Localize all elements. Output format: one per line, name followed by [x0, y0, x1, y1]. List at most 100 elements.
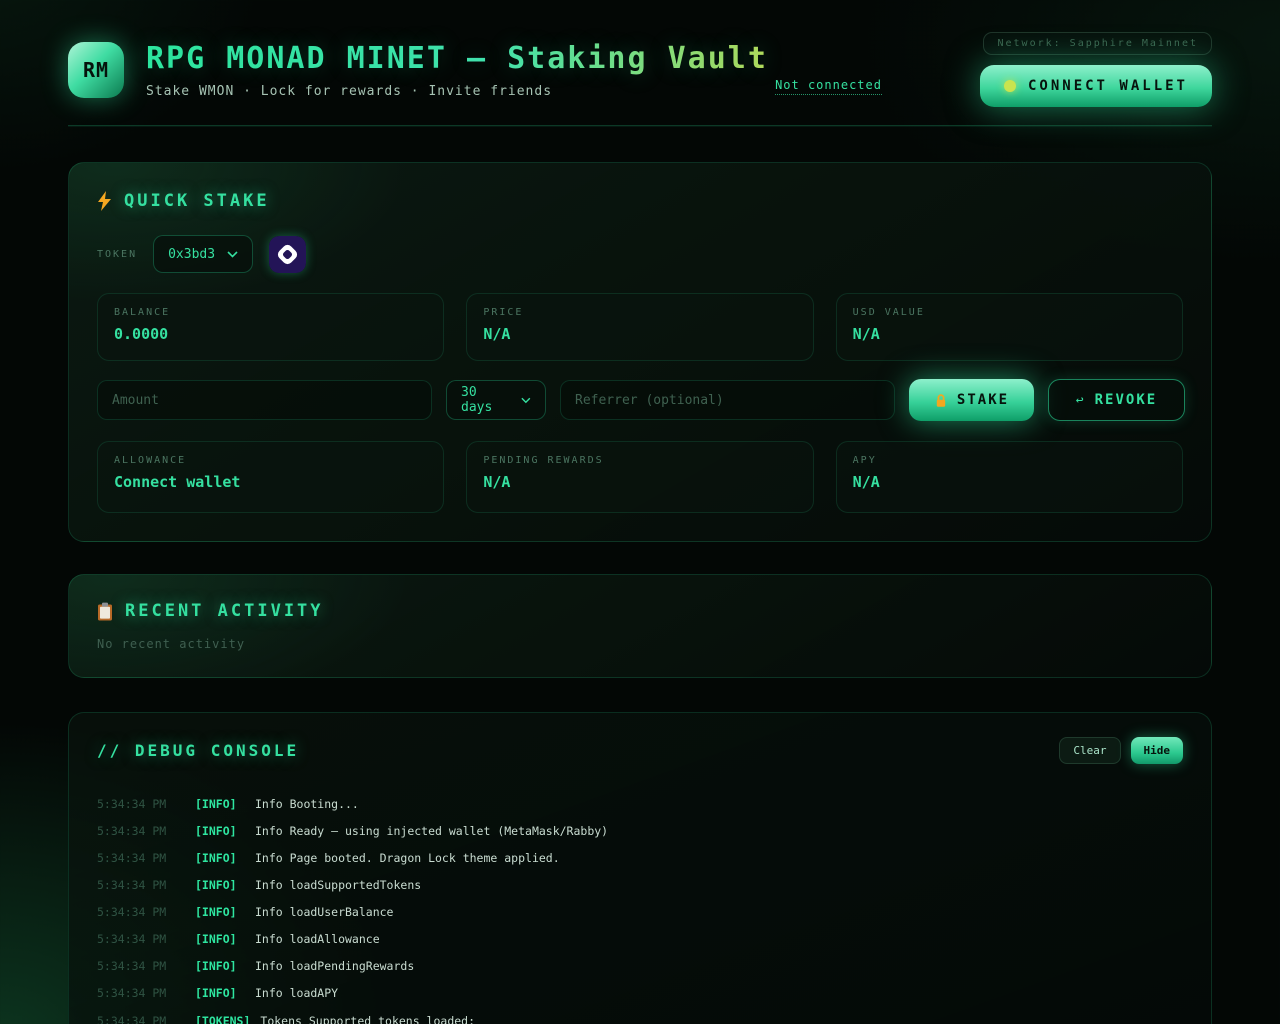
log-level-badge: [INFO]: [195, 797, 237, 811]
log-level-badge: [INFO]: [195, 986, 237, 1001]
balance-value: 0.0000: [114, 325, 169, 343]
pending-rewards-value: N/A: [483, 473, 511, 491]
lock-duration-select[interactable]: 30 days: [446, 380, 546, 420]
app-header: RM RPG MONAD MINET — Staking Vault Stake…: [68, 0, 1212, 126]
allowance-label: ALLOWANCE: [114, 455, 187, 466]
log-timestamp: 5:34:34 PM: [97, 797, 167, 811]
log-timestamp: 5:34:34 PM: [97, 1013, 167, 1024]
balance-label: BALANCE: [114, 307, 171, 318]
log-timestamp: 5:34:34 PM: [97, 959, 167, 974]
revoke-arrow-icon: ↩: [1075, 392, 1086, 408]
log-line: 5:34:34 PM [INFO] Info loadAPY: [97, 987, 1183, 999]
log-line: 5:34:34 PM [INFO] Info loadSupportedToke…: [97, 879, 1183, 891]
usd-value-card: USD VALUE N/A: [835, 293, 1183, 361]
recent-activity-title-row: RECENT ACTIVITY: [97, 601, 1183, 621]
connect-wallet-label: CONNECT WALLET: [1027, 78, 1188, 94]
referrer-input[interactable]: [560, 380, 895, 420]
quick-stake-title: QUICK STAKE: [124, 191, 270, 211]
pending-rewards-card: PENDING REWARDS N/A: [466, 441, 814, 513]
log-area: 5:34:34 PM [INFO] Info Booting... 5:34:3…: [97, 798, 1183, 1024]
log-message: Info loadAPY: [255, 986, 339, 1001]
connection-status[interactable]: Not connected: [775, 78, 882, 95]
log-message-block: Tokens Supported tokens loaded: ["0x3bd3…: [260, 1013, 1140, 1024]
log-timestamp: 5:34:34 PM: [97, 824, 167, 839]
log-level-badge: [INFO]: [195, 851, 237, 866]
log-level-badge: [INFO]: [195, 824, 237, 839]
revoke-button-label: REVOKE: [1094, 392, 1158, 408]
lightning-icon: [98, 191, 111, 211]
log-message: Info loadUserBalance: [255, 905, 394, 920]
log-message: Info loadAllowance: [255, 932, 380, 947]
quick-stake-panel: QUICK STAKE TOKEN 0x3bd3 BALANCE 0.0000: [68, 162, 1212, 542]
log-level-badge: [INFO]: [195, 905, 237, 920]
log-timestamp: 5:34:34 PM: [97, 932, 167, 947]
log-line: 5:34:34 PM [INFO] Info Booting...: [97, 798, 1183, 810]
log-level-badge: [INFO]: [195, 878, 237, 893]
page-container: RM RPG MONAD MINET — Staking Vault Stake…: [68, 0, 1212, 1024]
log-timestamp: 5:34:34 PM: [97, 905, 167, 920]
price-value: N/A: [483, 325, 511, 343]
connect-wallet-button[interactable]: CONNECT WALLET: [979, 65, 1212, 107]
log-message: Tokens Supported tokens loaded:: [260, 1013, 476, 1024]
price-card: PRICE N/A: [466, 293, 814, 361]
debug-console-header: // DEBUG CONSOLE Clear Hide: [97, 737, 1183, 764]
chevron-down-icon: [521, 397, 531, 403]
recent-activity-empty: No recent activity: [97, 637, 246, 651]
token-monad-icon: [269, 235, 307, 273]
stats-bottom-row: ALLOWANCE Connect wallet PENDING REWARDS…: [97, 441, 1183, 513]
clipboard-icon: [98, 602, 112, 620]
stake-button[interactable]: STAKE: [909, 379, 1034, 421]
log-timestamp: 5:34:34 PM: [97, 986, 167, 1001]
token-select-value: 0x3bd3: [168, 246, 216, 262]
revoke-button[interactable]: ↩ REVOKE: [1048, 379, 1185, 421]
chevron-down-icon: [227, 250, 238, 258]
quick-stake-title-row: QUICK STAKE: [97, 191, 1183, 211]
clear-button[interactable]: Clear: [1059, 737, 1121, 764]
lock-icon: [936, 393, 946, 407]
log-line: 5:34:34 PM [INFO] Info loadUserBalance: [97, 906, 1183, 918]
debug-console-actions: Clear Hide: [1059, 737, 1183, 764]
balance-card: BALANCE 0.0000: [97, 293, 445, 361]
log-message: Info Booting...: [255, 797, 359, 811]
hide-button[interactable]: Hide: [1130, 737, 1183, 764]
status-dot-icon: [1003, 80, 1016, 92]
allowance-value: Connect wallet: [114, 473, 241, 491]
token-row: TOKEN 0x3bd3: [97, 235, 1183, 273]
amount-input[interactable]: [97, 380, 432, 420]
stats-top-row: BALANCE 0.0000 PRICE N/A USD VALUE N/A: [97, 293, 1183, 361]
log-message: Info Page booted. Dragon Lock theme appl…: [255, 851, 560, 866]
log-level-badge: [INFO]: [195, 959, 237, 974]
network-badge: Network: Sapphire Mainnet: [983, 32, 1212, 55]
title-block: RPG MONAD MINET — Staking Vault Stake WM…: [146, 41, 775, 99]
pending-rewards-label: PENDING REWARDS: [483, 455, 604, 466]
log-line: 5:34:34 PM [INFO] Info loadAllowance: [97, 933, 1183, 945]
stake-button-label: STAKE: [956, 392, 1010, 408]
log-level-badge: [TOKENS]: [195, 1013, 251, 1024]
log-level-badge: [INFO]: [195, 932, 237, 947]
token-select[interactable]: 0x3bd3: [153, 235, 254, 273]
apy-value: N/A: [852, 473, 880, 491]
log-message: Info loadSupportedTokens: [255, 878, 422, 893]
debug-console-title: // DEBUG CONSOLE: [97, 741, 300, 760]
log-line: 5:34:34 PM [INFO] Info loadPendingReward…: [97, 960, 1183, 972]
app-logo: RM: [68, 41, 124, 98]
stake-action-row: 30 days STAKE ↩ REVOKE: [97, 379, 1185, 421]
price-label: PRICE: [483, 307, 524, 318]
log-line: 5:34:34 PM [TOKENS] Tokens Supported tok…: [97, 1013, 1183, 1024]
page-title: RPG MONAD MINET — Staking Vault: [146, 41, 775, 76]
recent-activity-panel: RECENT ACTIVITY No recent activity: [68, 574, 1212, 678]
log-line: 5:34:34 PM [INFO] Info Page booted. Drag…: [97, 852, 1183, 864]
log-line: 5:34:34 PM [INFO] Info Ready — using inj…: [97, 825, 1183, 837]
debug-console-panel: // DEBUG CONSOLE Clear Hide 5:34:34 PM […: [68, 712, 1212, 1024]
page-subtitle: Stake WMON · Lock for rewards · Invite f…: [146, 83, 553, 99]
header-right: Network: Sapphire Mainnet Not connected …: [775, 32, 1212, 107]
recent-activity-title: RECENT ACTIVITY: [125, 601, 324, 621]
apy-card: APY N/A: [835, 441, 1183, 513]
log-message: Info loadPendingRewards: [255, 959, 415, 974]
lock-duration-value: 30 days: [461, 385, 493, 415]
token-label: TOKEN: [97, 248, 138, 260]
allowance-card: ALLOWANCE Connect wallet: [97, 441, 445, 513]
apy-label: APY: [852, 455, 877, 466]
log-timestamp: 5:34:34 PM: [97, 851, 167, 866]
log-timestamp: 5:34:34 PM: [97, 878, 167, 893]
